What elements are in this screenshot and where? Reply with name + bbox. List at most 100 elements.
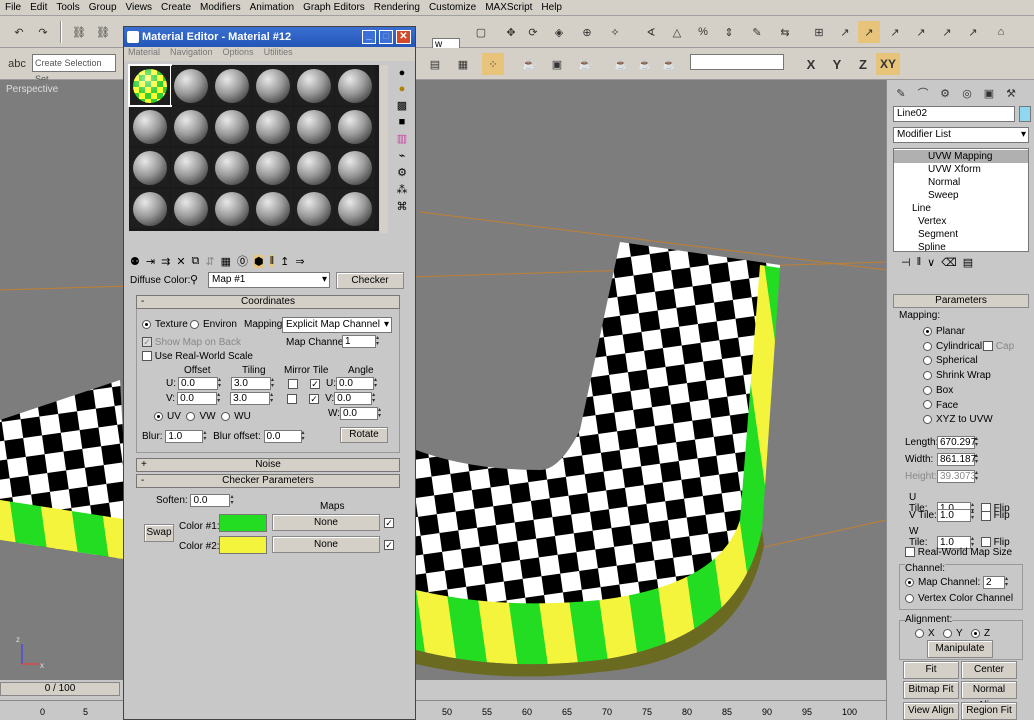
align-y-radio[interactable]: [943, 628, 953, 638]
mapping-radio[interactable]: [923, 415, 932, 425]
material-slot[interactable]: [253, 189, 293, 228]
rotate-icon[interactable]: ⟳: [522, 21, 544, 43]
material-slot[interactable]: [335, 189, 375, 228]
material-effects-icon[interactable]: ⓪: [237, 253, 248, 269]
material-slot[interactable]: [171, 66, 211, 105]
spinner-arrows-icon[interactable]: ▴ ▾: [378, 407, 385, 420]
make-unique-icon[interactable]: ∨: [927, 256, 935, 274]
teapot-b-icon[interactable]: ☕: [634, 53, 656, 75]
align-x-radio[interactable]: [915, 628, 924, 638]
align-icon[interactable]: ⊞: [808, 21, 830, 43]
options-icon[interactable]: ⚙: [397, 166, 407, 179]
spinner-arrows-icon[interactable]: ▴ ▾: [302, 430, 309, 443]
map-channel-spinner[interactable]: 2: [983, 576, 1006, 589]
teapot-a-icon[interactable]: ☕: [610, 53, 632, 75]
texture-option[interactable]: Texture: [142, 319, 188, 330]
color2-map-checkbox[interactable]: ✓: [384, 540, 394, 551]
eyedropper-icon[interactable]: ⚲: [190, 273, 198, 286]
material-navigator-icon[interactable]: ⌘: [397, 200, 408, 213]
material-slot[interactable]: [335, 107, 375, 146]
minimize-icon[interactable]: _: [362, 30, 376, 44]
swap-button[interactable]: Swap: [144, 524, 174, 542]
mapping-radio[interactable]: [923, 341, 932, 351]
remove-modifier-icon[interactable]: ⌫: [941, 256, 957, 274]
frame-counter[interactable]: 0 / 100: [0, 682, 120, 696]
background-icon[interactable]: ▩: [397, 99, 407, 112]
mapping-radio[interactable]: [923, 400, 932, 410]
vw-radio[interactable]: [186, 411, 196, 421]
make-preview-icon[interactable]: ⌁: [399, 149, 406, 162]
pin-stack-icon[interactable]: ⊣: [901, 256, 911, 274]
cap-option[interactable]: Cap: [983, 341, 1014, 352]
blur-spinner[interactable]: 1.0: [165, 430, 204, 443]
backlight-icon[interactable]: ●: [399, 83, 406, 95]
material-slot[interactable]: [294, 189, 334, 228]
environ-radio[interactable]: [190, 319, 199, 329]
material-editor-icon[interactable]: ↗: [884, 21, 906, 43]
mapping-option[interactable]: Box: [923, 385, 953, 396]
parameters-rollout-header[interactable]: Parameters: [893, 294, 1029, 308]
spinner-arrows-icon[interactable]: ▴ ▾: [1005, 576, 1012, 589]
put-to-scene-icon[interactable]: ⇥: [146, 255, 155, 268]
assign-material-icon[interactable]: ⇉: [161, 255, 170, 268]
material-slot[interactable]: [335, 148, 375, 187]
modifier-stack[interactable]: UVW Mapping UVW Xform Normal Sweep Line Verte…: [893, 148, 1029, 252]
abc-icon[interactable]: abc: [6, 53, 28, 75]
mapping-option[interactable]: Face: [923, 400, 958, 411]
modifier-stack-item[interactable]: Line: [894, 202, 1028, 215]
region-fit-button[interactable]: Region Fit: [961, 702, 1017, 720]
modifier-stack-item[interactable]: UVW Xform: [894, 163, 1028, 176]
video-color-icon[interactable]: ▥: [397, 132, 407, 145]
make-unique-icon[interactable]: ⇵: [205, 255, 214, 268]
material-slot[interactable]: [253, 107, 293, 146]
pivot-icon[interactable]: ⊕: [576, 21, 598, 43]
mapping-radio[interactable]: [923, 356, 932, 366]
track-view-icon[interactable]: ▦: [452, 53, 474, 75]
modifier-stack-item[interactable]: Sweep: [894, 189, 1028, 202]
spinner-arrows-icon[interactable]: ▴ ▾: [975, 453, 982, 466]
material-editor-titlebar[interactable]: Material Editor - Material #12 _ □ ✕: [124, 27, 415, 47]
quick-render-icon[interactable]: ↗: [936, 21, 958, 43]
object-color-swatch[interactable]: [1019, 106, 1031, 122]
noise-rollout-header[interactable]: + Noise: [136, 458, 400, 472]
material-slot[interactable]: [212, 107, 252, 146]
modifier-stack-item[interactable]: Normal: [894, 176, 1028, 189]
material-slot[interactable]: [130, 148, 170, 187]
normal-align-button[interactable]: Normal Align: [961, 681, 1017, 711]
u-tile-checkbox[interactable]: ✓: [310, 378, 320, 389]
uv-radio[interactable]: [154, 411, 163, 421]
sample-type-icon[interactable]: ●: [399, 67, 406, 79]
show-map-back-option[interactable]: ✓ Show Map on Back: [142, 337, 241, 348]
material-slot[interactable]: [212, 66, 252, 105]
material-slot[interactable]: [212, 148, 252, 187]
v-mirror-checkbox[interactable]: [287, 393, 298, 404]
mat-menu-material[interactable]: Material: [128, 47, 160, 57]
real-world-scale-checkbox[interactable]: [142, 351, 152, 362]
mapping-radio[interactable]: [923, 326, 932, 336]
mat-menu-options[interactable]: Options: [223, 47, 254, 57]
render-frame-icon[interactable]: ▣: [546, 53, 568, 75]
move-icon[interactable]: ✥: [500, 21, 522, 43]
material-slot[interactable]: [253, 148, 293, 187]
material-slot[interactable]: [171, 148, 211, 187]
blur-offset-spinner[interactable]: 0.0: [263, 430, 302, 443]
mapping-radio[interactable]: [923, 385, 932, 395]
close-icon[interactable]: ✕: [396, 30, 411, 44]
map-channel-radio[interactable]: [905, 578, 914, 587]
menu-help[interactable]: Help: [538, 2, 568, 13]
material-slot[interactable]: [294, 66, 334, 105]
hierarchy-tab-icon[interactable]: ⚙: [935, 84, 955, 102]
u-angle-spinner[interactable]: 0.0: [336, 377, 374, 390]
utilities-tab-icon[interactable]: ⚒: [1001, 84, 1021, 102]
color2-swatch[interactable]: [219, 536, 267, 554]
teapot-render-icon[interactable]: ☕: [518, 53, 540, 75]
axis-z-button[interactable]: Z: [852, 53, 874, 75]
select-object-icon[interactable]: ▢: [470, 21, 492, 43]
render-quick-icon[interactable]: ☕: [574, 53, 596, 75]
object-name-field[interactable]: Line02: [893, 106, 1015, 122]
mapping-radio[interactable]: [923, 370, 932, 380]
real-world-checkbox[interactable]: [905, 547, 915, 558]
mapping-dropdown[interactable]: Explicit Map Channel ▾: [282, 317, 392, 333]
axis-x-button[interactable]: X: [800, 53, 822, 75]
maximize-icon[interactable]: □: [379, 30, 393, 44]
